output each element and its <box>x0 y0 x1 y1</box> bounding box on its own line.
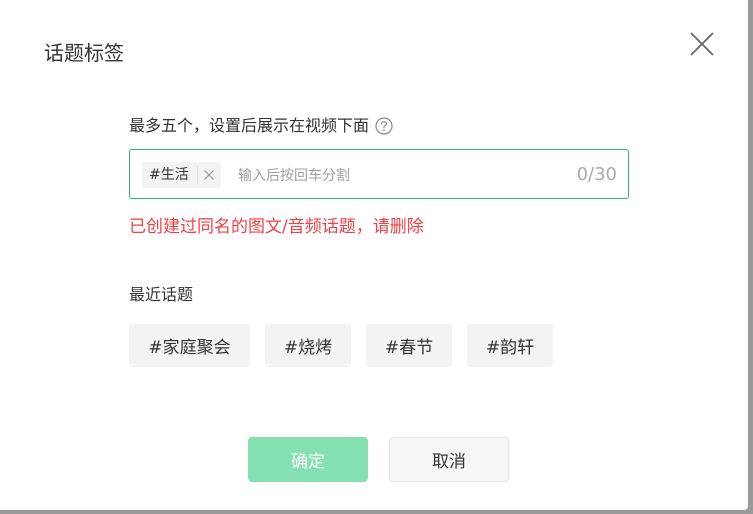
hint-text: 最多五个，设置后展示在视频下面 <box>129 116 370 135</box>
tag-text-input[interactable] <box>236 162 560 190</box>
hint-row: 最多五个，设置后展示在视频下面 <box>129 115 393 137</box>
recent-topic-tag[interactable]: #春节 <box>366 324 452 367</box>
dialog-title: 话题标签 <box>44 41 124 65</box>
recent-topic-tag[interactable]: #烧烤 <box>265 324 351 367</box>
topic-tag-dialog: 话题标签 最多五个，设置后展示在视频下面 #生活 输入后按回车分割 0/30 已… <box>0 0 748 510</box>
close-icon <box>203 170 214 180</box>
recent-topic-tag[interactable]: #家庭聚会 <box>129 324 250 367</box>
recent-topic-tag[interactable]: #韵轩 <box>467 324 553 367</box>
close-icon <box>690 32 714 56</box>
tag-chip-label: #生活 <box>149 167 189 183</box>
error-message: 已创建过同名的图文/音频话题，请删除 <box>129 217 424 237</box>
cancel-button[interactable]: 取消 <box>389 437 509 482</box>
char-counter: 0/30 <box>576 164 617 185</box>
chip-divider <box>196 166 198 184</box>
recent-topics-label: 最近话题 <box>129 285 194 304</box>
tag-chip-remove-button[interactable] <box>203 169 215 181</box>
question-circle-icon[interactable] <box>375 117 393 135</box>
tag-chip: #生活 <box>142 162 221 188</box>
tag-input-box[interactable]: #生活 0/30 <box>129 149 629 199</box>
confirm-button[interactable]: 确定 <box>248 437 368 482</box>
close-button[interactable] <box>686 28 718 60</box>
